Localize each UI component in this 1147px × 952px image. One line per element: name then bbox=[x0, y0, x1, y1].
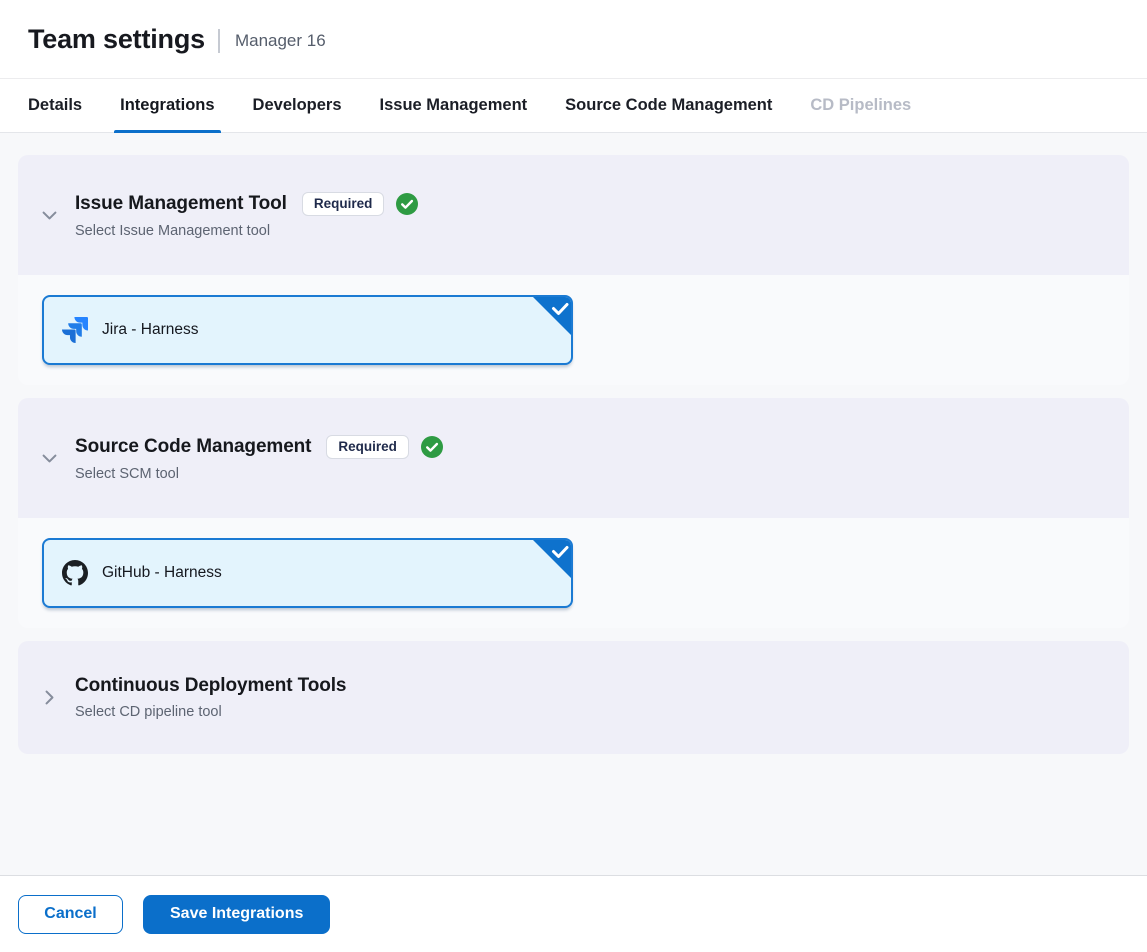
team-settings-page: Team settings Manager 16 Details Integra… bbox=[0, 0, 1147, 952]
chevron-down-icon[interactable] bbox=[40, 206, 59, 225]
tab-cd-pipelines[interactable]: CD Pipelines bbox=[804, 79, 917, 132]
tool-card-github[interactable]: GitHub - Harness bbox=[42, 538, 573, 608]
tab-integrations[interactable]: Integrations bbox=[114, 79, 220, 132]
integrations-content: Issue Management Tool Required Select Is… bbox=[0, 133, 1147, 875]
page-subtitle: Manager 16 bbox=[235, 31, 326, 51]
section-issue-management-tool: Issue Management Tool Required Select Is… bbox=[18, 155, 1129, 385]
section-header-issue-management-tool[interactable]: Issue Management Tool Required Select Is… bbox=[18, 155, 1129, 275]
tool-card-label: Jira - Harness bbox=[102, 321, 198, 339]
section-title: Issue Management Tool bbox=[75, 193, 287, 215]
tool-card-jira[interactable]: Jira - Harness bbox=[42, 295, 573, 365]
tab-details[interactable]: Details bbox=[22, 79, 88, 132]
section-body: Jira - Harness bbox=[18, 275, 1129, 385]
tab-issue-management[interactable]: Issue Management bbox=[374, 79, 534, 132]
cancel-button[interactable]: Cancel bbox=[18, 895, 123, 934]
selected-corner-check-icon bbox=[532, 539, 572, 579]
tab-bar: Details Integrations Developers Issue Ma… bbox=[0, 78, 1147, 133]
section-source-code-management: Source Code Management Required Select S… bbox=[18, 398, 1129, 628]
check-circle-icon bbox=[421, 436, 443, 458]
tab-developers[interactable]: Developers bbox=[247, 79, 348, 132]
required-badge: Required bbox=[302, 192, 385, 216]
save-integrations-button[interactable]: Save Integrations bbox=[143, 895, 330, 934]
title-separator bbox=[218, 29, 220, 53]
github-icon bbox=[62, 560, 88, 586]
jira-icon bbox=[62, 317, 88, 343]
page-header: Team settings Manager 16 bbox=[0, 0, 1147, 78]
footer-actions: Cancel Save Integrations bbox=[0, 875, 1147, 952]
check-circle-icon bbox=[396, 193, 418, 215]
section-header-continuous-deployment-tools[interactable]: Continuous Deployment Tools Select CD pi… bbox=[18, 641, 1129, 754]
chevron-right-icon[interactable] bbox=[40, 688, 59, 707]
required-badge: Required bbox=[326, 435, 409, 459]
section-continuous-deployment-tools: Continuous Deployment Tools Select CD pi… bbox=[18, 641, 1129, 754]
tab-source-code-management[interactable]: Source Code Management bbox=[559, 79, 778, 132]
page-title: Team settings bbox=[28, 24, 205, 55]
section-title: Continuous Deployment Tools bbox=[75, 675, 346, 697]
section-subtitle: Select Issue Management tool bbox=[75, 223, 418, 239]
section-subtitle: Select SCM tool bbox=[75, 466, 443, 482]
selected-corner-check-icon bbox=[532, 296, 572, 336]
section-header-source-code-management[interactable]: Source Code Management Required Select S… bbox=[18, 398, 1129, 518]
section-title: Source Code Management bbox=[75, 436, 311, 458]
section-heading: Source Code Management Required Select S… bbox=[75, 435, 443, 482]
section-subtitle: Select CD pipeline tool bbox=[75, 704, 346, 720]
section-body: GitHub - Harness bbox=[18, 518, 1129, 628]
tool-card-label: GitHub - Harness bbox=[102, 564, 222, 582]
section-heading: Issue Management Tool Required Select Is… bbox=[75, 192, 418, 239]
chevron-down-icon[interactable] bbox=[40, 449, 59, 468]
section-heading: Continuous Deployment Tools Select CD pi… bbox=[75, 675, 346, 720]
